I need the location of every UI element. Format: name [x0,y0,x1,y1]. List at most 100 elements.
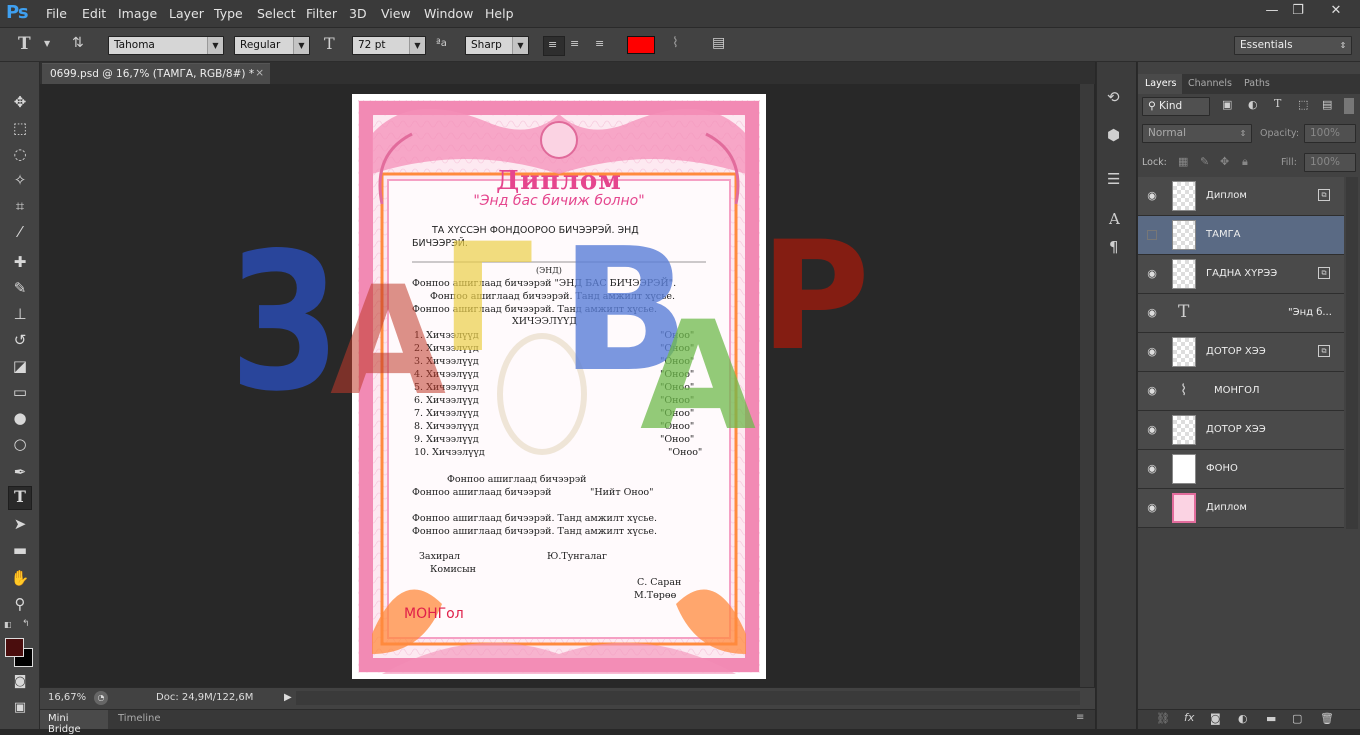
eye-icon[interactable]: ◉ [1143,421,1161,439]
layer-name[interactable]: "Энд б... [1288,307,1332,318]
eye-icon[interactable]: ◉ [1143,382,1161,400]
history-panel-icon[interactable]: ⟲ [1107,88,1120,106]
vertical-scrollbar[interactable] [1080,84,1094,687]
gradient-tool-icon[interactable]: ▭ [8,380,32,404]
adjustments-panel-icon[interactable]: ☰ [1107,170,1120,188]
filter-type-icon[interactable]: T [1274,97,1281,110]
layer-row[interactable]: ◉ Диплом [1138,489,1344,528]
menu-file[interactable]: File [46,6,67,21]
eye-icon[interactable]: ◉ [1143,304,1161,322]
warp-text-icon[interactable]: ⌇ [672,35,679,51]
clone-stamp-tool-icon[interactable]: ⊥ [8,302,32,326]
layer-name[interactable]: Диплом [1206,190,1247,201]
align-left-button[interactable]: ≡ [543,36,565,56]
tool-preset-arrow-icon[interactable]: ▼ [44,39,50,48]
lock-pixels-icon[interactable]: ✎ [1200,155,1209,168]
panel-menu-icon[interactable]: ≡ [1076,712,1084,723]
font-family-select[interactable]: Tahoma ▼ [108,36,224,55]
brush-tool-icon[interactable]: ✎ [8,276,32,300]
crop-tool-icon[interactable]: ⌗ [8,194,32,218]
tab-timeline[interactable]: Timeline [118,713,161,724]
menu-3d[interactable]: 3D [349,6,367,21]
type-tool-icon[interactable]: T [18,34,31,54]
filter-smart-object-icon[interactable]: ▤ [1322,98,1332,111]
opacity-field[interactable]: 100% [1304,124,1356,143]
character-panel-icon[interactable]: ▤ [712,35,725,51]
hidden-eye-icon[interactable] [1147,230,1157,240]
layer-name[interactable]: ТАМГА [1206,229,1241,240]
menu-view[interactable]: View [381,6,411,21]
workspace-select[interactable]: Essentials ⇕ [1234,36,1352,55]
layer-name[interactable]: ДОТОР ХЭЭ [1206,346,1266,357]
layer-row[interactable]: ◉ ДОТОР ХЭЭ ⧉ [1138,333,1344,372]
pen-tool-icon[interactable]: ✒ [8,460,32,484]
blend-mode-select[interactable]: Normal ⇕ [1142,124,1252,143]
eraser-tool-icon[interactable]: ◪ [8,354,32,378]
dodge-tool-icon[interactable]: ○ [8,432,32,456]
filter-shape-icon[interactable]: ⬚ [1298,98,1308,111]
filter-adjustment-icon[interactable]: ◐ [1248,98,1258,111]
menu-image[interactable]: Image [118,6,157,21]
path-selection-tool-icon[interactable]: ➤ [8,512,32,536]
tab-paths[interactable]: Paths [1244,78,1270,89]
filter-pixel-icon[interactable]: ▣ [1222,98,1232,111]
text-color-swatch[interactable] [627,36,655,54]
document-tab[interactable]: 0699.psd @ 16,7% (ТАМГА, RGB/8#) * × [42,63,270,84]
menu-window[interactable]: Window [424,6,473,21]
layer-row[interactable]: ◉ Диплом ⧉ [1138,177,1344,216]
layer-style-icon[interactable]: fx [1184,711,1194,724]
zoom-tool-icon[interactable]: ⚲ [8,592,32,616]
eyedropper-tool-icon[interactable]: ⁄ [8,220,32,244]
text-orientation-icon[interactable]: ⇅ [72,35,84,51]
menu-select[interactable]: Select [257,6,296,21]
restore-icon[interactable]: ❐ [1284,2,1312,20]
close-tab-icon[interactable]: × [255,67,264,79]
menu-layer[interactable]: Layer [169,6,204,21]
close-window-icon[interactable]: ✕ [1316,2,1356,20]
lock-position-icon[interactable]: ✥ [1220,155,1229,168]
swap-colors-icon[interactable]: ↰ [22,619,30,629]
add-mask-icon[interactable]: ◙ [1210,712,1221,725]
layer-row[interactable]: ◉ ⌇ МОНГОЛ [1138,372,1344,411]
horizontal-scrollbar[interactable] [296,691,1080,705]
layers-scrollbar[interactable] [1346,177,1358,529]
tab-mini-bridge[interactable]: Mini Bridge [40,710,108,735]
history-brush-tool-icon[interactable]: ↺ [8,328,32,352]
font-size-select[interactable]: 72 pt ▼ [352,36,426,55]
tab-channels[interactable]: Channels [1188,78,1232,89]
antialias-select[interactable]: Sharp ▼ [465,36,529,55]
link-layers-icon[interactable]: ⛓ [1156,712,1170,725]
zoom-level[interactable]: 16,67% [48,692,86,703]
lasso-tool-icon[interactable]: ◌ [8,142,32,166]
move-tool-icon[interactable]: ✥ [8,90,32,114]
marquee-tool-icon[interactable]: ⬚ [8,116,32,140]
menu-edit[interactable]: Edit [82,6,106,21]
3d-panel-icon[interactable]: ⬢ [1107,126,1120,144]
fill-field[interactable]: 100% [1304,153,1356,172]
layer-row[interactable]: ◉ ДОТОР ХЭЭ [1138,411,1344,450]
font-style-select[interactable]: Regular ▼ [234,36,310,55]
filter-toggle[interactable] [1344,98,1354,114]
lock-all-icon[interactable]: 🔒︎ [1242,155,1248,169]
align-right-icon[interactable]: ≡ [595,37,604,50]
type-tool-icon[interactable]: T [8,486,32,510]
quick-mask-icon[interactable]: ◙ [8,670,32,694]
lock-transparent-icon[interactable]: ▦ [1178,155,1188,168]
layer-name[interactable]: ФОНО [1206,463,1238,474]
layer-row[interactable]: ТАМГА [1138,216,1344,255]
layer-name[interactable]: ГАДНА ХҮРЭЭ [1206,268,1277,279]
screen-mode-icon[interactable]: ▣ [8,696,32,720]
paragraph-panel-icon[interactable]: ¶ [1109,238,1119,256]
layer-row[interactable]: ◉ ГАДНА ХҮРЭЭ ⧉ [1138,255,1344,294]
new-layer-icon[interactable]: ▢ [1292,712,1302,725]
eye-icon[interactable]: ◉ [1143,499,1161,517]
tab-layers[interactable]: Layers [1138,74,1182,94]
healing-brush-tool-icon[interactable]: ✚ [8,250,32,274]
layer-row[interactable]: ◉ T "Энд б... [1138,294,1344,333]
status-info-icon[interactable]: ◔ [94,691,108,705]
adjustment-layer-icon[interactable]: ◐ [1238,712,1248,725]
rectangle-tool-icon[interactable]: ▬ [8,538,32,562]
eye-icon[interactable]: ◉ [1143,460,1161,478]
status-menu-arrow-icon[interactable]: ▶ [284,692,292,703]
delete-layer-icon[interactable]: 🗑︎ [1320,712,1334,725]
